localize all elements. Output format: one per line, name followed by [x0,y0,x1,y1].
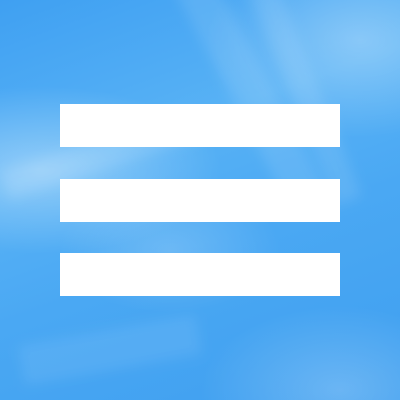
menu-bar-top [60,104,340,147]
background-light-streak [17,314,203,386]
app-icon-tile[interactable] [0,0,400,400]
menu-bar-middle [60,179,340,222]
menu-bar-bottom [60,253,340,296]
hamburger-menu-icon[interactable] [60,104,340,296]
